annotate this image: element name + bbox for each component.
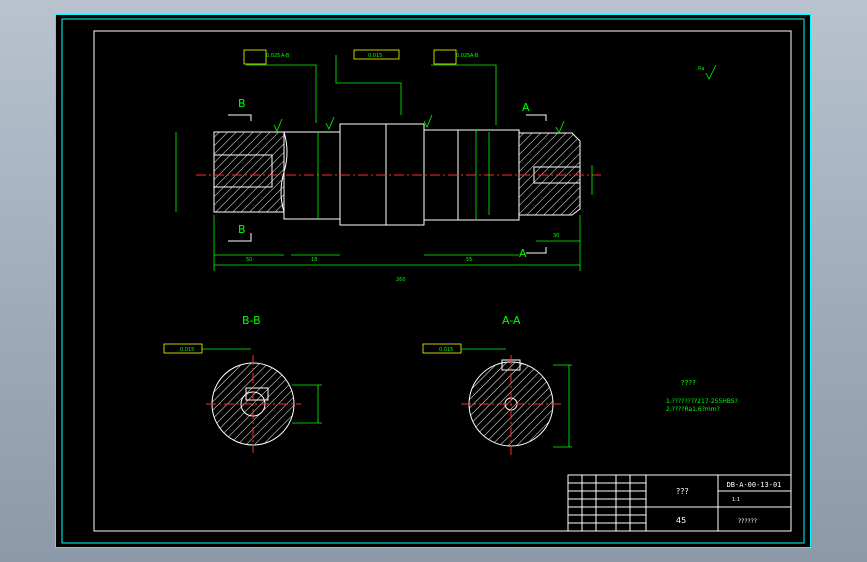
right-section-hatch (519, 133, 580, 215)
company-name: ?????? (738, 518, 757, 525)
cut-a-bottom: A (519, 247, 527, 260)
outer-frame (61, 18, 805, 544)
part-name: ??? (676, 487, 689, 496)
section-bb-title: B-B (242, 314, 261, 327)
right-sym-tol: 0.025 (456, 53, 470, 59)
drawing-border (93, 30, 792, 532)
drawing-number: DB-A-00-13-01 (727, 481, 782, 489)
dim-left-length: 50 (246, 257, 252, 263)
cut-b-top: B (238, 97, 246, 110)
corner-roughness: Ra (698, 66, 704, 72)
section-bb: B-B 0.015 (163, 314, 322, 453)
aa-frame-tol: 0.015 (439, 347, 453, 353)
left-sym-ref: A-B (281, 53, 290, 59)
bb-frame-tol: 0.015 (180, 347, 194, 353)
section-aa: A-A 0.015 (422, 314, 572, 455)
material: 45 (676, 516, 686, 525)
cad-drawing: 0.025 A-B 0.015 0.025 A-B 260 50 30 18 5… (61, 18, 805, 544)
dim-segment-a: 18 (311, 257, 317, 263)
scale: 1:1 (732, 497, 740, 503)
technical-notes: ???? 1.????????217-255HBS? 2.????Ra1.6?m… (666, 379, 738, 413)
left-section-hatch (214, 132, 284, 212)
drawing-viewport[interactable]: 0.025 A-B 0.015 0.025 A-B 260 50 30 18 5… (55, 14, 811, 548)
cut-a-top: A (522, 101, 530, 114)
main-view: 0.025 A-B 0.015 0.025 A-B 260 50 30 18 5… (175, 49, 717, 283)
dim-right-length: 30 (553, 233, 559, 239)
cut-b-bottom: B (238, 223, 246, 236)
dim-segment-b: 55 (466, 257, 472, 263)
notes-heading: ???? (681, 379, 696, 387)
notes-line-2: 2.????Ra1.6?mm? (666, 406, 720, 413)
right-sym-ref: A-B (470, 53, 479, 59)
title-block: DB-A-00-13-01 ??? 45 ?????? 1:1 (567, 474, 792, 532)
notes-line-1: 1.????????217-255HBS? (666, 398, 738, 405)
section-aa-title: A-A (502, 314, 521, 327)
left-sym-tol: 0.025 (266, 53, 280, 59)
overall-length: 260 (396, 277, 406, 283)
center-tol: 0.015 (368, 53, 382, 59)
